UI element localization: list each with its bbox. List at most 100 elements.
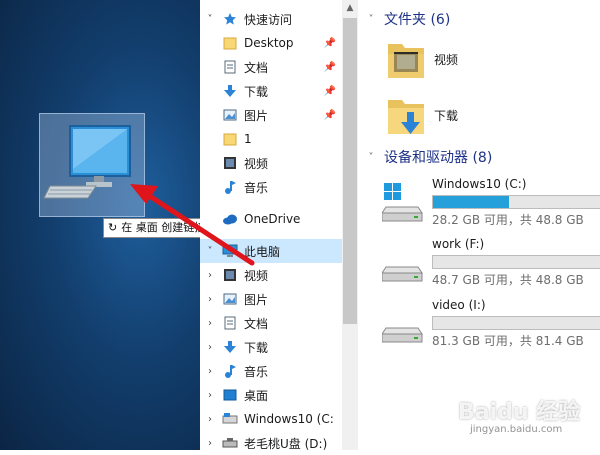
nav-label: 下载 bbox=[244, 84, 269, 99]
folder-icon bbox=[222, 131, 238, 147]
nav-label: 快速访问 bbox=[244, 12, 293, 27]
nav-item-pc-pictures[interactable]: › 图片 bbox=[200, 287, 342, 311]
drive-icon bbox=[222, 411, 238, 427]
nav-item-pc-drive-c[interactable]: › Windows10 (C: bbox=[200, 407, 342, 431]
drive-space-info: 28.2 GB 可用，共 48.8 GB bbox=[432, 213, 584, 227]
link-cursor-icon: ↻ bbox=[108, 221, 118, 234]
folder-item-videos[interactable]: 视频 bbox=[386, 38, 458, 80]
video-icon bbox=[222, 267, 238, 283]
chevron-down-icon[interactable]: ˅ bbox=[364, 152, 378, 163]
nav-item-videos[interactable]: 视频 bbox=[200, 151, 342, 175]
download-folder-icon bbox=[388, 100, 424, 134]
nav-label: 视频 bbox=[244, 156, 269, 171]
content-pane: ˅ 文件夹 (6) 视频 下载 ˅ 设备和驱动器 (8) Windows10 (… bbox=[358, 0, 600, 450]
chevron-right-icon[interactable]: › bbox=[204, 294, 216, 305]
drive-item-c[interactable]: Windows10 (C:) 28.2 GB 可用，共 48.8 GB bbox=[378, 177, 600, 237]
drive-usage-fill bbox=[433, 196, 510, 208]
nav-item-pc-videos[interactable]: › 视频 bbox=[200, 263, 342, 287]
folders-section-header[interactable]: ˅ 文件夹 (6) bbox=[358, 9, 451, 29]
monitor-icon bbox=[222, 243, 238, 259]
download-icon bbox=[222, 339, 238, 355]
section-title: 设备和驱动器 (8) bbox=[384, 150, 493, 166]
nav-item-documents[interactable]: 文档 📌 bbox=[200, 55, 342, 79]
music-icon bbox=[222, 363, 238, 379]
drive-usage-bar bbox=[432, 195, 600, 209]
nav-item-1[interactable]: 1 bbox=[200, 127, 342, 151]
hard-drive-icon bbox=[382, 266, 423, 282]
document-icon bbox=[222, 59, 238, 75]
drive-name: work (F:) bbox=[432, 237, 485, 251]
tooltip-text: 在 桌面 创建链接 bbox=[121, 221, 200, 234]
drive-name: video (I:) bbox=[432, 298, 486, 312]
video-folder-icon bbox=[388, 44, 424, 78]
pin-icon[interactable]: 📌 bbox=[324, 110, 336, 121]
devices-section-header[interactable]: ˅ 设备和驱动器 (8) bbox=[358, 147, 493, 167]
nav-item-onedrive[interactable]: OneDrive bbox=[200, 207, 342, 231]
folder-item-downloads[interactable]: 下载 bbox=[386, 94, 458, 136]
drive-space-info: 81.3 GB 可用，共 81.4 GB bbox=[432, 334, 584, 348]
nav-label: Windows10 (C: bbox=[244, 412, 334, 426]
drive-item-f[interactable]: work (F:) 48.7 GB 可用，共 48.8 GB bbox=[378, 237, 600, 297]
nav-label: 老毛桃U盘 (D:) bbox=[244, 436, 328, 451]
chevron-right-icon[interactable]: › bbox=[204, 270, 216, 281]
download-icon bbox=[222, 83, 238, 99]
nav-item-music[interactable]: 音乐 bbox=[200, 175, 342, 199]
nav-label: 1 bbox=[244, 132, 252, 146]
this-pc-drag-ghost[interactable] bbox=[39, 113, 145, 217]
nav-label: 文档 bbox=[244, 316, 269, 331]
desktop-background: ↻ 在 桌面 创建链接 bbox=[0, 0, 200, 450]
navigation-pane: ˅ 快速访问 Desktop 📌 文档 📌 下载 📌 图片 📌 1 视频 音乐 … bbox=[200, 0, 342, 451]
nav-label: 桌面 bbox=[244, 388, 269, 403]
usb-drive-icon bbox=[222, 435, 238, 451]
nav-item-downloads[interactable]: 下载 📌 bbox=[200, 79, 342, 103]
pin-icon[interactable]: 📌 bbox=[324, 62, 336, 73]
nav-item-pictures[interactable]: 图片 📌 bbox=[200, 103, 342, 127]
pin-icon[interactable]: 📌 bbox=[324, 86, 336, 97]
chevron-down-icon[interactable]: ˅ bbox=[204, 246, 216, 257]
chevron-right-icon[interactable]: › bbox=[204, 342, 216, 353]
nav-item-pc-usb-d[interactable]: › 老毛桃U盘 (D:) bbox=[200, 431, 342, 455]
nav-label: 下载 bbox=[244, 340, 269, 355]
music-icon bbox=[222, 179, 238, 195]
chevron-down-icon[interactable]: ˅ bbox=[364, 14, 378, 25]
drive-name: Windows10 (C:) bbox=[432, 177, 527, 191]
video-icon bbox=[222, 155, 238, 171]
nav-label: 视频 bbox=[244, 268, 269, 283]
folder-label: 下载 bbox=[434, 108, 459, 123]
chevron-down-icon[interactable]: ˅ bbox=[204, 14, 216, 25]
drive-usage-bar bbox=[432, 255, 600, 269]
baidu-watermark-url: jingyan.baidu.com bbox=[470, 424, 563, 435]
nav-scrollbar-thumb[interactable] bbox=[343, 18, 357, 324]
nav-label: 音乐 bbox=[244, 364, 269, 379]
nav-item-desktop[interactable]: Desktop 📌 bbox=[200, 31, 342, 55]
chevron-right-icon[interactable]: › bbox=[204, 390, 216, 401]
section-title: 文件夹 (6) bbox=[384, 12, 451, 28]
nav-label: 此电脑 bbox=[244, 244, 281, 259]
pictures-icon bbox=[222, 291, 238, 307]
document-icon bbox=[222, 315, 238, 331]
nav-label: 音乐 bbox=[244, 180, 269, 195]
folder-icon bbox=[222, 35, 238, 51]
chevron-right-icon[interactable]: › bbox=[204, 366, 216, 377]
chevron-right-icon[interactable]: › bbox=[204, 318, 216, 329]
cloud-icon bbox=[222, 211, 238, 227]
drive-usage-bar bbox=[432, 316, 600, 330]
drive-item-i[interactable]: video (I:) 81.3 GB 可用，共 81.4 GB bbox=[378, 298, 600, 358]
nav-label: 图片 bbox=[244, 108, 269, 123]
drive-space-info: 48.7 GB 可用，共 48.8 GB bbox=[432, 273, 584, 287]
nav-label: Desktop bbox=[244, 36, 294, 50]
computer-icon bbox=[43, 125, 131, 199]
nav-item-pc-documents[interactable]: › 文档 bbox=[200, 311, 342, 335]
nav-item-quick-access[interactable]: ˅ 快速访问 bbox=[200, 7, 342, 31]
folder-label: 视频 bbox=[434, 52, 459, 67]
pin-icon[interactable]: 📌 bbox=[324, 38, 336, 49]
chevron-right-icon[interactable]: › bbox=[204, 414, 216, 425]
chevron-right-icon[interactable]: › bbox=[204, 438, 216, 449]
nav-item-pc-desktop[interactable]: › 桌面 bbox=[200, 383, 342, 407]
nav-item-this-pc[interactable]: ˅ 此电脑 bbox=[200, 239, 342, 263]
nav-item-pc-downloads[interactable]: › 下载 bbox=[200, 335, 342, 359]
pictures-icon bbox=[222, 107, 238, 123]
scroll-up-arrow-icon[interactable]: ▲ bbox=[342, 0, 358, 16]
star-icon bbox=[222, 11, 238, 27]
nav-item-pc-music[interactable]: › 音乐 bbox=[200, 359, 342, 383]
